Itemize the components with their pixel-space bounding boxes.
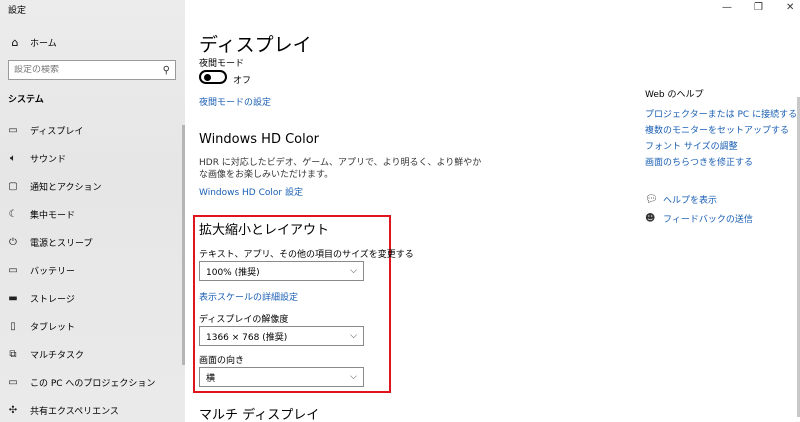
battery-icon: ▭ [8, 264, 18, 276]
orientation-dropdown[interactable]: 横 ⌵ [199, 367, 364, 387]
web-help-heading: Web のヘルプ [645, 90, 704, 100]
multi-display-heading: マルチ ディスプレイ [199, 408, 320, 422]
home-label: ホーム [30, 38, 57, 49]
scale-layout-heading: 拡大縮小とレイアウト [199, 223, 330, 238]
notification-icon: ▢ [8, 180, 18, 192]
help-chat-icon: 💬︎ [645, 194, 658, 205]
speaker-icon: 🔈︎ [10, 152, 16, 164]
sidebar-item-label: バッテリー [30, 266, 76, 277]
help-link-screen-flicker[interactable]: 画面のちらつきを修正する [645, 155, 753, 168]
resolution-label: ディスプレイの解像度 [199, 315, 289, 325]
sidebar-item-label: 電源とスリープ [30, 238, 93, 249]
orientation-label: 画面の向き [199, 356, 245, 366]
shared-icon: ✣ [8, 404, 18, 416]
section-heading-system: システム [8, 95, 44, 105]
sidebar-item-label: タブレット [30, 322, 76, 333]
orientation-dropdown-value: 横 [206, 373, 216, 384]
advanced-scaling-link[interactable]: 表示スケールの詳細設定 [199, 290, 298, 303]
toggle-knob [204, 74, 211, 81]
search-icon[interactable]: ⚲ [163, 65, 170, 76]
sidebar-item-label: ストレージ [30, 294, 75, 305]
sidebar-item-label: この PC へのプロジェクション [30, 378, 156, 389]
projection-icon: ▭ [8, 376, 18, 388]
search-box[interactable]: ⚲ [8, 60, 176, 80]
chevron-down-icon: ⌵ [350, 266, 357, 276]
scale-dropdown-value: 100% (推奨) [206, 267, 260, 278]
sidebar-item-power[interactable]: ⏻ 電源とスリープ [0, 232, 180, 252]
monitor-icon: ▭ [8, 124, 18, 136]
sidebar-item-battery[interactable]: ▭ バッテリー [0, 260, 180, 280]
close-button[interactable]: ✕ [786, 2, 794, 13]
sidebar: 設定 ⌂ ホーム ⚲ システム ▭ ディスプレイ 🔈︎ サウンド ▢ 通知とアク… [0, 0, 185, 422]
chevron-down-icon: ⌵ [350, 331, 357, 341]
storage-icon: ▬ [8, 292, 18, 304]
tablet-icon: ▯ [10, 320, 16, 332]
sidebar-item-display[interactable]: ▭ ディスプレイ [0, 120, 180, 140]
sidebar-item-label: 共有エクスペリエンス [30, 406, 119, 417]
sidebar-item-label: マルチタスク [30, 350, 85, 361]
get-help-label: ヘルプを表示 [663, 196, 718, 206]
sidebar-item-notifications[interactable]: ▢ 通知とアクション [0, 176, 180, 196]
sidebar-item-sound[interactable]: 🔈︎ サウンド [0, 148, 180, 168]
sidebar-item-label: 通知とアクション [30, 182, 102, 193]
sidebar-item-label: ディスプレイ [30, 126, 84, 137]
window-title: 設定 [8, 6, 27, 16]
sidebar-item-label: サウンド [30, 154, 67, 165]
maximize-button[interactable]: ❐ [754, 2, 763, 13]
night-mode-toggle[interactable] [199, 70, 227, 84]
help-link-multiple-monitors[interactable]: 複数のモニターをセットアップする [645, 123, 789, 136]
night-mode-settings-link[interactable]: 夜間モードの設定 [199, 95, 271, 108]
get-help-link[interactable]: 💬︎ ヘルプを表示 [645, 193, 717, 206]
chevron-down-icon: ⌵ [350, 372, 357, 382]
power-icon: ⏻ [9, 236, 17, 248]
sidebar-item-label: 集中モード [30, 210, 76, 221]
sidebar-item-storage[interactable]: ▬ ストレージ [0, 288, 180, 308]
night-mode-label: 夜間モード [199, 59, 245, 69]
hd-color-heading: Windows HD Color [199, 132, 320, 147]
feedback-link[interactable]: ☻ フィードバックの送信 [645, 212, 753, 225]
help-link-connect-projector[interactable]: プロジェクターまたは PC に接続する [645, 107, 797, 120]
sidebar-item-projection[interactable]: ▭ この PC へのプロジェクション [0, 372, 180, 392]
hd-color-description: HDR に対応したビデオ、ゲーム、アプリで、より明るく、より鮮やかな画像をお楽し… [199, 158, 482, 180]
sidebar-item-focus[interactable]: ☾ 集中モード [0, 204, 180, 224]
home-nav-item[interactable]: ⌂ ホーム [8, 35, 57, 49]
moon-icon: ☾ [8, 208, 18, 220]
sidebar-item-shared[interactable]: ✣ 共有エクスペリエンス [0, 400, 180, 420]
home-icon: ⌂ [11, 35, 19, 49]
sidebar-item-multitask[interactable]: ⧉ マルチタスク [0, 344, 180, 364]
main-content: ディスプレイ 夜間モード オフ 夜間モードの設定 Windows HD Colo… [185, 0, 800, 422]
multitask-icon: ⧉ [9, 348, 17, 360]
resolution-dropdown[interactable]: 1366 × 768 (推奨) ⌵ [199, 326, 364, 346]
help-link-font-size[interactable]: フォント サイズの調整 [645, 139, 738, 152]
sidebar-item-tablet[interactable]: ▯ タブレット [0, 316, 180, 336]
scale-dropdown[interactable]: 100% (推奨) ⌵ [199, 261, 364, 281]
page-title: ディスプレイ [199, 34, 312, 56]
feedback-label: フィードバックの送信 [663, 215, 753, 225]
feedback-icon: ☻ [645, 213, 656, 224]
hd-color-settings-link[interactable]: Windows HD Color 設定 [199, 185, 303, 198]
search-input[interactable] [14, 65, 163, 75]
resolution-dropdown-value: 1366 × 768 (推奨) [206, 332, 288, 343]
minimize-button[interactable]: — [722, 2, 732, 13]
text-size-label: テキスト、アプリ、その他の項目のサイズを変更する [199, 250, 414, 260]
night-mode-state: オフ [233, 76, 252, 86]
